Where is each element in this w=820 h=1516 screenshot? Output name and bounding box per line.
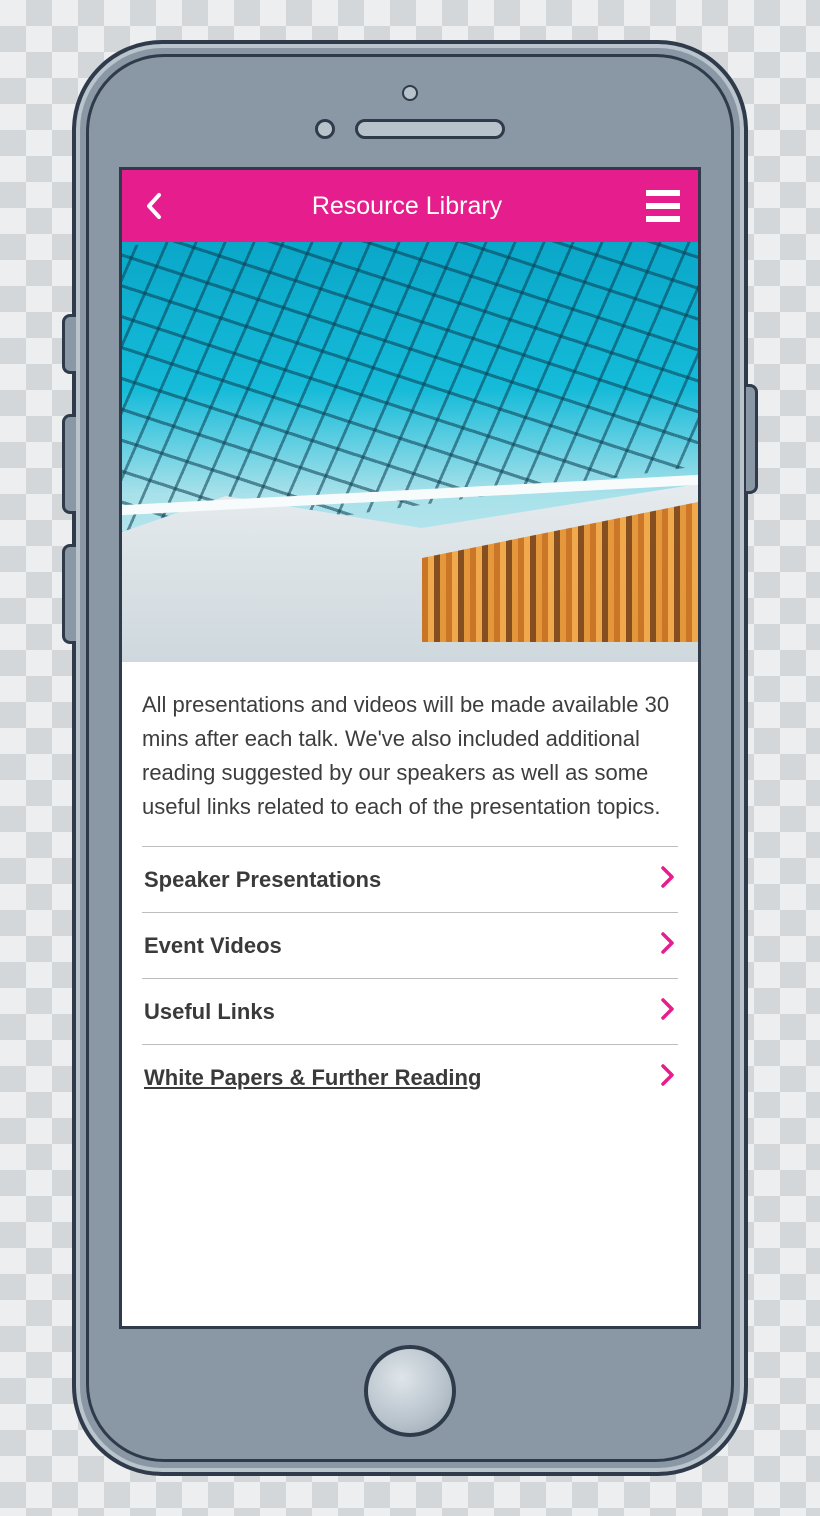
content-area: All presentations and videos will be mad… [122,662,698,1098]
hamburger-icon [646,203,680,209]
menu-item-label: White Papers & Further Reading [144,1065,481,1091]
page-title: Resource Library [312,192,502,221]
resource-menu: Speaker Presentations Event Videos Usefu… [142,846,678,1098]
phone-sensor-icon [315,119,335,139]
menu-button[interactable] [646,190,680,222]
chevron-right-icon [660,997,676,1026]
menu-item-white-papers[interactable]: White Papers & Further Reading [142,1045,678,1098]
menu-item-event-videos[interactable]: Event Videos [142,913,678,979]
hamburger-icon [646,216,680,222]
app-header: Resource Library [122,170,698,242]
chevron-right-icon [660,865,676,894]
menu-item-speaker-presentations[interactable]: Speaker Presentations [142,846,678,913]
chevron-left-icon [145,192,163,220]
chevron-right-icon [660,931,676,960]
menu-item-label: Useful Links [144,999,275,1025]
hamburger-icon [646,190,680,196]
back-button[interactable] [140,192,168,220]
menu-item-label: Speaker Presentations [144,867,381,893]
phone-side-button [62,414,76,514]
app-screen: Resource Library All presentations and v… [119,167,701,1329]
phone-frame: Resource Library All presentations and v… [72,40,748,1476]
phone-side-button [62,544,76,644]
phone-speaker-icon [355,119,505,139]
home-button[interactable] [364,1345,456,1437]
phone-side-button [746,384,758,494]
hero-image [122,242,698,662]
phone-camera-icon [402,85,418,101]
menu-item-useful-links[interactable]: Useful Links [142,979,678,1045]
chevron-right-icon [660,1063,676,1092]
menu-item-label: Event Videos [144,933,282,959]
phone-side-button [62,314,76,374]
phone-bezel: Resource Library All presentations and v… [86,54,734,1462]
intro-text: All presentations and videos will be mad… [142,688,678,824]
phone-sensor-row [89,119,731,139]
